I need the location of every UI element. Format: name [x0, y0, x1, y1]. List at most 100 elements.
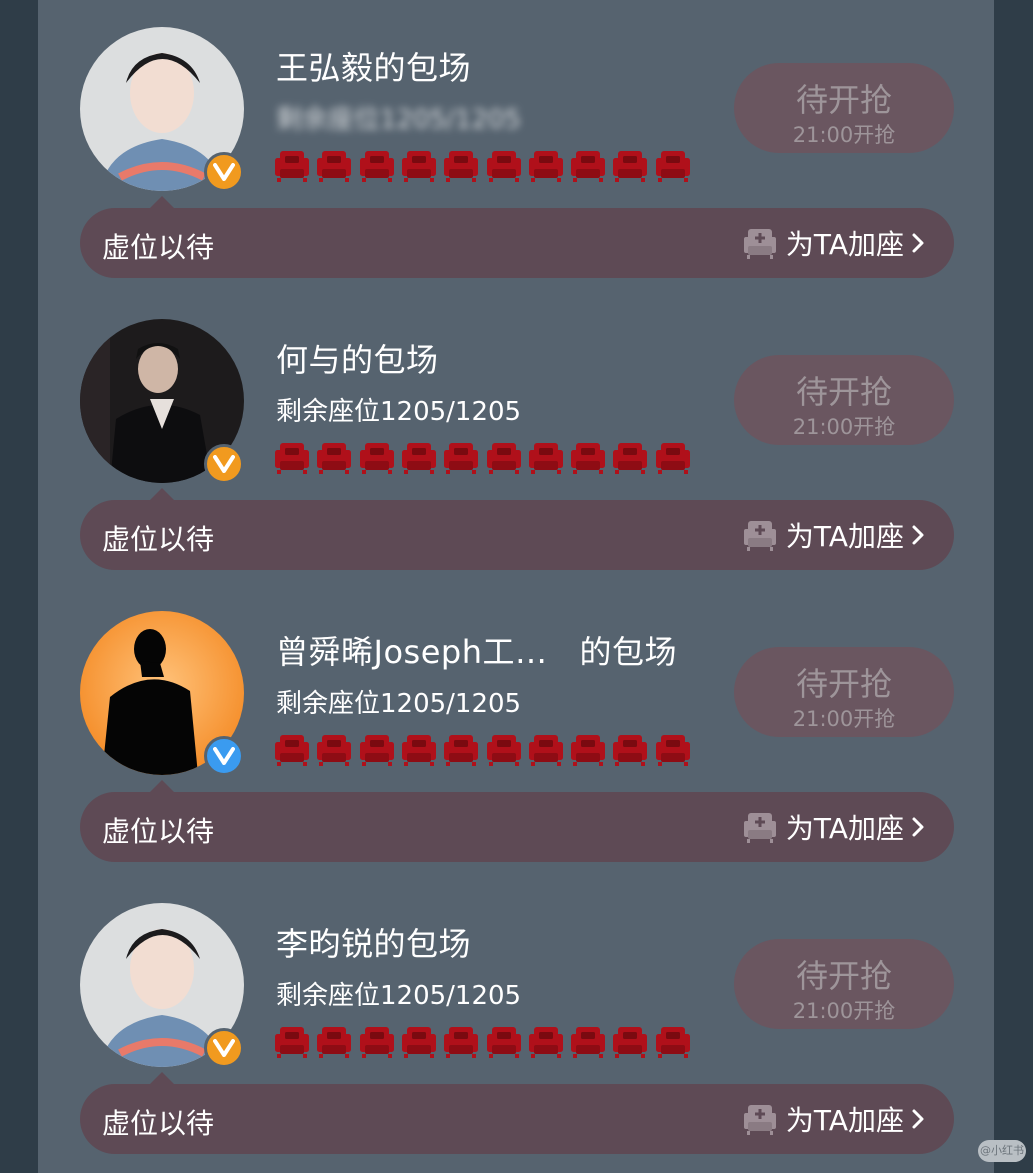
seat-icon [401, 441, 437, 479]
seat-icon-row [274, 149, 694, 183]
verified-badge-icon [204, 1028, 244, 1068]
seat-icon [316, 733, 352, 771]
watermark: @小红书 [978, 1140, 1026, 1162]
seat-icon [359, 441, 395, 479]
seat-icon [443, 733, 479, 771]
seat-icon [316, 149, 352, 187]
add-seat-bar[interactable]: 虚位以待 为TA加座 [80, 1084, 954, 1154]
screening-title[interactable]: 曾舜晞Joseph工… 的包场 [276, 627, 677, 673]
seat-icon [443, 149, 479, 187]
chevron-right-icon [912, 525, 924, 545]
add-seat-link[interactable]: 为TA加座 [742, 808, 926, 846]
seat-icon [486, 149, 522, 187]
seat-icon [359, 149, 395, 187]
verified-badge-icon [204, 152, 244, 192]
seat-icon [486, 441, 522, 479]
seat-icon [443, 441, 479, 479]
remaining-seats: 剩余座位1205/1205 [276, 105, 522, 135]
seat-icon [443, 1025, 479, 1063]
screening-card-3: 曾舜晞Joseph工… 的包场 剩余座位1205/1205 待开抢 21:00开… [38, 584, 994, 876]
grab-ticket-button[interactable]: 待开抢 21:00开抢 [734, 939, 954, 1029]
grab-start-time: 21:00开抢 [792, 999, 896, 1023]
seat-icon [528, 733, 564, 771]
bar-pointer [150, 1072, 174, 1084]
grab-start-time: 21:00开抢 [792, 123, 896, 147]
seat-icon [655, 1025, 691, 1063]
add-seat-label: 为TA加座 [785, 520, 904, 553]
seat-icon [655, 149, 691, 187]
seat-icon-row [274, 441, 694, 475]
seat-icon [401, 733, 437, 771]
remaining-seats: 剩余座位1205/1205 [276, 397, 522, 427]
screening-list: 王弘毅的包场 剩余座位1205/1205 待开抢 21:00开抢 虚位以待 为T… [38, 0, 994, 1173]
waiting-label: 虚位以待 [102, 1107, 215, 1140]
screening-title[interactable]: 王弘毅的包场 [276, 43, 471, 89]
seat-icon [274, 1025, 310, 1063]
grab-button-label: 待开抢 [795, 957, 892, 995]
add-seat-icon [743, 521, 776, 551]
seat-icon-row [274, 1025, 694, 1059]
add-seat-label: 为TA加座 [785, 812, 904, 845]
add-seat-link[interactable]: 为TA加座 [742, 1100, 926, 1138]
seat-icon [570, 1025, 606, 1063]
seat-icon [655, 441, 691, 479]
remaining-seats: 剩余座位1205/1205 [276, 981, 522, 1011]
grab-ticket-button[interactable]: 待开抢 21:00开抢 [734, 647, 954, 737]
verified-badge-icon [204, 736, 244, 776]
seat-icon [528, 1025, 564, 1063]
grab-button-label: 待开抢 [795, 373, 892, 411]
waiting-label: 虚位以待 [102, 815, 215, 848]
seat-icon [401, 149, 437, 187]
seat-icon [570, 733, 606, 771]
screening-title[interactable]: 李昀锐的包场 [276, 919, 471, 965]
grab-start-time: 21:00开抢 [792, 707, 896, 731]
waiting-label: 虚位以待 [102, 523, 215, 556]
add-seat-bar[interactable]: 虚位以待 为TA加座 [80, 500, 954, 570]
seat-icon-row [274, 733, 694, 767]
grab-button-label: 待开抢 [795, 665, 892, 703]
seat-icon [570, 441, 606, 479]
grab-ticket-button[interactable]: 待开抢 21:00开抢 [734, 355, 954, 445]
grab-start-time: 21:00开抢 [792, 415, 896, 439]
bar-pointer [150, 488, 174, 500]
add-seat-link[interactable]: 为TA加座 [742, 516, 926, 554]
seat-icon [274, 441, 310, 479]
seat-icon [274, 733, 310, 771]
seat-icon [570, 149, 606, 187]
seat-icon [486, 1025, 522, 1063]
chevron-right-icon [912, 233, 924, 253]
seat-icon [486, 733, 522, 771]
seat-icon [612, 149, 648, 187]
seat-icon [655, 733, 691, 771]
add-seat-link[interactable]: 为TA加座 [742, 224, 926, 262]
add-seat-icon [743, 1105, 776, 1135]
seat-icon [528, 441, 564, 479]
add-seat-label: 为TA加座 [785, 228, 904, 261]
grab-button-label: 待开抢 [795, 81, 892, 119]
bar-pointer [150, 196, 174, 208]
screening-card-4: 李昀锐的包场 剩余座位1205/1205 待开抢 21:00开抢 虚位以待 为T… [38, 876, 994, 1168]
screening-card-2: 何与的包场 剩余座位1205/1205 待开抢 21:00开抢 虚位以待 为TA… [38, 292, 994, 584]
seat-icon [612, 1025, 648, 1063]
grab-ticket-button[interactable]: 待开抢 21:00开抢 [734, 63, 954, 153]
seat-icon [359, 733, 395, 771]
seat-icon [528, 149, 564, 187]
chevron-right-icon [912, 817, 924, 837]
add-seat-label: 为TA加座 [785, 1104, 904, 1137]
seat-icon [274, 149, 310, 187]
seat-icon [359, 1025, 395, 1063]
add-seat-icon [743, 229, 776, 259]
screening-title[interactable]: 何与的包场 [276, 335, 439, 381]
screening-card-1: 王弘毅的包场 剩余座位1205/1205 待开抢 21:00开抢 虚位以待 为T… [38, 0, 994, 292]
add-seat-bar[interactable]: 虚位以待 为TA加座 [80, 792, 954, 862]
remaining-seats: 剩余座位1205/1205 [276, 689, 522, 719]
seat-icon [316, 1025, 352, 1063]
chevron-right-icon [912, 1109, 924, 1129]
add-seat-icon [743, 813, 776, 843]
waiting-label: 虚位以待 [102, 231, 215, 264]
add-seat-bar[interactable]: 虚位以待 为TA加座 [80, 208, 954, 278]
seat-icon [316, 441, 352, 479]
seat-icon [612, 441, 648, 479]
verified-badge-icon [204, 444, 244, 484]
bar-pointer [150, 780, 174, 792]
